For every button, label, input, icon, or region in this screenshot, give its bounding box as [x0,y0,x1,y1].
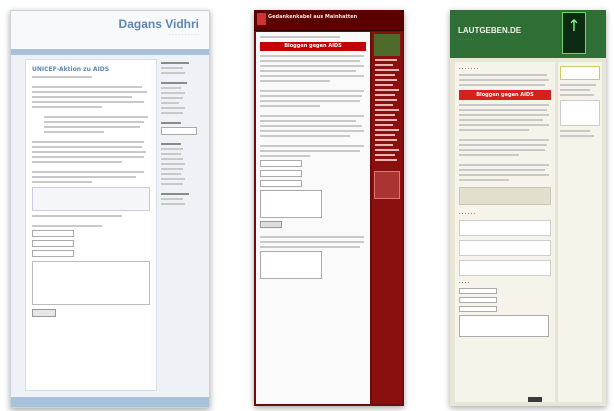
website-field[interactable] [32,250,74,257]
blog-header: Dagans Vidhri · · · · · · · · · · [11,11,209,51]
comment-block [459,187,551,205]
website-field[interactable] [459,306,497,312]
sidebar-calendar [560,100,600,126]
comment-textarea[interactable] [32,261,150,305]
comment-textarea[interactable] [260,190,322,218]
comment-item [459,220,551,236]
submit-comment-button[interactable] [32,309,56,317]
screenshot-lautgeben: LAUTGEBEN.DE · · · · · · · · · ↑ · · · ·… [450,10,606,406]
email-field[interactable] [260,170,302,177]
blog-title: LAUTGEBEN.DE [458,26,522,35]
post-title: · · · · · · · [459,66,478,71]
sidebar [558,62,602,402]
second-comment-textarea[interactable] [260,251,322,279]
search-input[interactable] [161,127,197,135]
content-column: · · · · · · · Bloggen gegen AIDS · · · ·… [455,62,555,402]
comment-item [459,240,551,256]
blog-header: LAUTGEBEN.DE · · · · · · · · · ↑ [450,10,606,58]
blog-tagline: · · · · · · · · · [458,37,475,41]
blog-subtitle: · · · · · · · · · · [168,32,199,38]
comments-heading: · · · · · · [459,211,476,216]
screenshot-red-blog: Gedankenkabel aus Mainhatten Bloggen geg… [254,10,404,406]
blog-footer [11,397,209,407]
blog-title: Dagans Vidhri [118,17,199,31]
exit-sign-image: ↑ [562,12,586,54]
sidebar-notice [560,66,600,80]
content-column: UNICEF-Aktion zu AIDS [25,59,157,391]
name-field[interactable] [260,160,302,167]
comment-textarea[interactable] [459,315,549,337]
sidebar [161,59,201,389]
nav-bar [11,49,209,55]
aids-banner[interactable]: Bloggen gegen AIDS [459,90,551,100]
sidebar [372,32,402,404]
sidebar-image [374,34,400,56]
content-column: Bloggen gegen AIDS [256,32,370,404]
blog-header: Gedankenkabel aus Mainhatten [254,10,404,31]
name-field[interactable] [459,288,497,294]
screenshot-dagans-vidhri: Dagans Vidhri · · · · · · · · · · UNICEF… [10,10,210,408]
website-field[interactable] [260,180,302,187]
blog-logo [257,13,266,25]
aids-banner[interactable]: Bloggen gegen AIDS [260,42,366,51]
name-field[interactable] [32,230,74,237]
reply-heading: · · · · [459,280,470,285]
comment-box [32,187,150,211]
sidebar-calendar [374,171,400,199]
submit-comment-button[interactable] [260,221,282,228]
comment-item [459,260,551,276]
email-field[interactable] [32,240,74,247]
arrow-up-icon: ↑ [567,16,581,35]
email-field[interactable] [459,297,497,303]
post-title: UNICEF-Aktion zu AIDS [32,66,110,73]
footer-badge [528,397,542,402]
blog-title: Gedankenkabel aus Mainhatten [268,14,358,20]
